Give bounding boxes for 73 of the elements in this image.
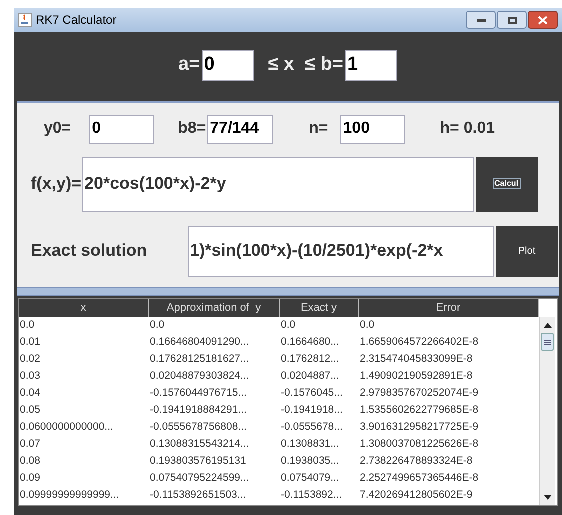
- step-label: h= 0.01: [440, 119, 495, 139]
- table-cell-text: -0.1576044976715...: [149, 386, 248, 401]
- close-button[interactable]: [528, 11, 558, 29]
- column-header[interactable]: Approximation of y: [149, 299, 280, 317]
- table-cell-text: 0.09: [19, 471, 42, 486]
- column-header[interactable]: Exact y: [280, 299, 359, 317]
- table-cell-text: 0.04: [19, 386, 42, 401]
- a-input[interactable]: 0: [202, 50, 254, 80]
- plot-button[interactable]: Plot: [496, 226, 558, 276]
- minimize-button[interactable]: [466, 11, 496, 29]
- table-cell-text: 0.08: [19, 454, 42, 469]
- parameter-label: y0=: [44, 119, 72, 139]
- parameter-input[interactable]: 77/144: [207, 114, 274, 144]
- table-cell-text: 1.5355602622779685E-8: [359, 403, 480, 418]
- table-cell-text: -0.1941918884291...: [149, 403, 248, 418]
- exact-solution-label: Exact solution: [31, 240, 148, 262]
- table-cell-text: 0.0: [19, 318, 36, 333]
- table-cell-text: -0.0555678756808...: [149, 420, 248, 435]
- table-cell-text: 2.9798357670252074E-9: [359, 386, 480, 401]
- parameter-label: n=: [309, 119, 328, 139]
- column-header[interactable]: Error: [359, 299, 539, 317]
- table-cell-text: 0.13088315543214...: [149, 437, 250, 452]
- table-cell-text: 1.490902190592891E-8: [359, 369, 474, 384]
- table-cell-text: 0.0: [280, 318, 297, 333]
- parameter-input[interactable]: 0: [89, 114, 154, 144]
- table-cell-text: 7.420269412805602E-9: [359, 488, 474, 503]
- table-cell-text: 0.0600000000000...: [19, 420, 114, 435]
- table-cell-text: 0.1938035...: [280, 454, 340, 469]
- table-cell-text: -0.1941918...: [280, 403, 344, 418]
- calculate-button[interactable]: Calcul: [476, 156, 538, 212]
- table-cell-text: 2.315474045833099E-8: [359, 352, 474, 367]
- table-cell-text: 0.02048879303824...: [149, 369, 250, 384]
- window-title: RK7 Calculator: [36, 12, 117, 29]
- table-cell-text: -0.1576045...: [280, 386, 344, 401]
- table-cell-text: -0.1153892...: [280, 488, 344, 503]
- table-cell-text: 0.0: [149, 318, 166, 333]
- table-cell-text: 0.16646804091290...: [149, 335, 250, 350]
- function-input[interactable]: 20*cos(100*x)-2*y: [82, 156, 474, 212]
- table-cell-text: 0.09999999999999...: [19, 488, 120, 503]
- table-cell-text: 0.05: [19, 403, 42, 418]
- table-cell-text: 0.07: [19, 437, 42, 452]
- scrollbar-thumb[interactable]: [541, 333, 554, 351]
- table-cell-text: 0.17628125181627...: [149, 352, 250, 367]
- b-input[interactable]: 1: [345, 50, 398, 80]
- close-icon: [538, 16, 548, 24]
- a-label: a=: [178, 52, 200, 77]
- table-cell-text: 0.02: [19, 352, 42, 367]
- parameter-input[interactable]: 100: [340, 114, 406, 144]
- function-label: f(x,y)=: [31, 173, 82, 196]
- column-header[interactable]: x: [19, 299, 149, 317]
- parameter-label: b8=: [178, 119, 206, 139]
- x-label: ≤ x ≤ b=: [268, 52, 344, 77]
- table-cell-text: -0.1153892651503...: [149, 488, 248, 503]
- table-cell-text: 0.0754079...: [280, 471, 340, 486]
- table-cell-text: 0.0: [359, 318, 376, 333]
- up-arrow-icon: [544, 322, 552, 328]
- table-cell-text: 0.1664680...: [280, 335, 340, 350]
- exact-solution-input[interactable]: 1)*sin(100*x)-(10/2501)*exp(-2*x: [188, 226, 494, 276]
- table-cell-text: 0.07540795224599...: [149, 471, 250, 486]
- table-cell-text: 0.01: [19, 335, 42, 350]
- table-cell-text: 2.738226478893324E-8: [359, 454, 474, 469]
- table-cell-text: 1.3080037081225626E-8: [359, 437, 480, 452]
- table-cell-text: 0.1762812...: [280, 352, 340, 367]
- table-cell-text: 0.03: [19, 369, 42, 384]
- table-cell-text: 0.1308831...: [280, 437, 340, 452]
- table-cell-text: 0.193803576195131: [149, 454, 248, 469]
- table-cell-text: -0.0555678...: [280, 420, 344, 435]
- maximize-button[interactable]: [497, 11, 527, 29]
- table-cell-text: 0.0204887...: [280, 369, 340, 384]
- table-cell-text: 1.6659064572266402E-8: [359, 335, 480, 350]
- table-cell-text: 2.2527499657365446E-8: [359, 471, 480, 486]
- table-cell-text: 3.9016312958217725E-9: [359, 420, 480, 435]
- down-arrow-icon: [544, 494, 552, 500]
